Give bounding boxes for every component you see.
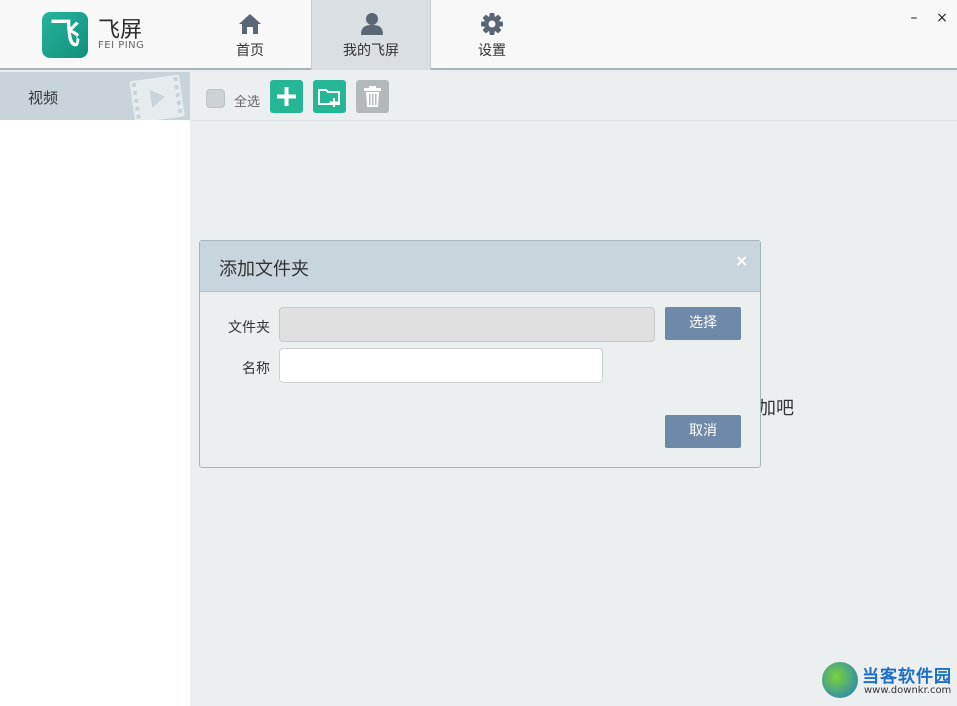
watermark-url: www.downkr.com — [864, 685, 952, 696]
watermark-text: 当客软件园 — [862, 667, 952, 687]
nav-settings[interactable]: 设置 — [432, 0, 552, 70]
trash-icon — [364, 86, 381, 107]
sidebar-item-video[interactable]: 视频 — [0, 72, 190, 120]
dialog-close-button[interactable]: × — [735, 251, 748, 270]
sidebar: 视频 — [0, 72, 190, 706]
add-folder-dialog: 添加文件夹 × 文件夹 选择 名称 取消 — [199, 240, 761, 468]
delete-button[interactable] — [356, 80, 389, 113]
gear-icon — [481, 13, 503, 35]
select-all-checkbox[interactable] — [206, 89, 225, 108]
close-window-button[interactable]: × — [934, 10, 950, 26]
toolbar: 全选 — [190, 72, 957, 121]
app-logo: 飞 — [42, 12, 88, 58]
logo-glyph: 飞 — [50, 17, 80, 52]
top-bar: 飞 飞屏 FEI PING 首页 我的飞屏 设置 – × — [0, 0, 957, 70]
folder-label: 文件夹 — [228, 320, 270, 336]
nav-home[interactable]: 首页 — [190, 0, 310, 70]
dialog-header: 添加文件夹 × — [200, 241, 760, 292]
watermark-icon — [822, 662, 858, 698]
watermark-logo: 当客软件园 www.downkr.com — [820, 660, 957, 706]
minimize-button[interactable]: – — [906, 10, 922, 26]
dialog-title: 添加文件夹 — [219, 259, 309, 280]
home-icon — [239, 14, 261, 34]
user-icon — [361, 13, 383, 35]
select-all-label[interactable]: 全选 — [234, 91, 260, 110]
folder-path-field[interactable] — [279, 307, 655, 342]
add-button[interactable] — [270, 80, 303, 113]
nav-home-label: 首页 — [236, 43, 264, 59]
nav-my-feiping[interactable]: 我的飞屏 — [311, 0, 431, 70]
app-name-sub: FEI PING — [98, 40, 145, 51]
add-folder-button[interactable] — [313, 80, 346, 113]
plus-icon — [277, 87, 296, 106]
sidebar-item-label: 视频 — [28, 89, 59, 107]
name-input[interactable] — [279, 348, 603, 383]
empty-hint-text: 加吧 — [758, 398, 794, 419]
film-icon — [129, 74, 185, 120]
nav-settings-label: 设置 — [478, 43, 506, 59]
nav-my-feiping-label: 我的飞屏 — [343, 43, 399, 59]
app-window: 飞 飞屏 FEI PING 首页 我的飞屏 设置 – × 视频 全选 加吧 添加… — [0, 0, 957, 706]
name-label: 名称 — [242, 361, 270, 377]
cancel-button[interactable]: 取消 — [665, 415, 741, 448]
folder-plus-icon — [318, 89, 340, 107]
select-folder-button[interactable]: 选择 — [665, 307, 741, 340]
